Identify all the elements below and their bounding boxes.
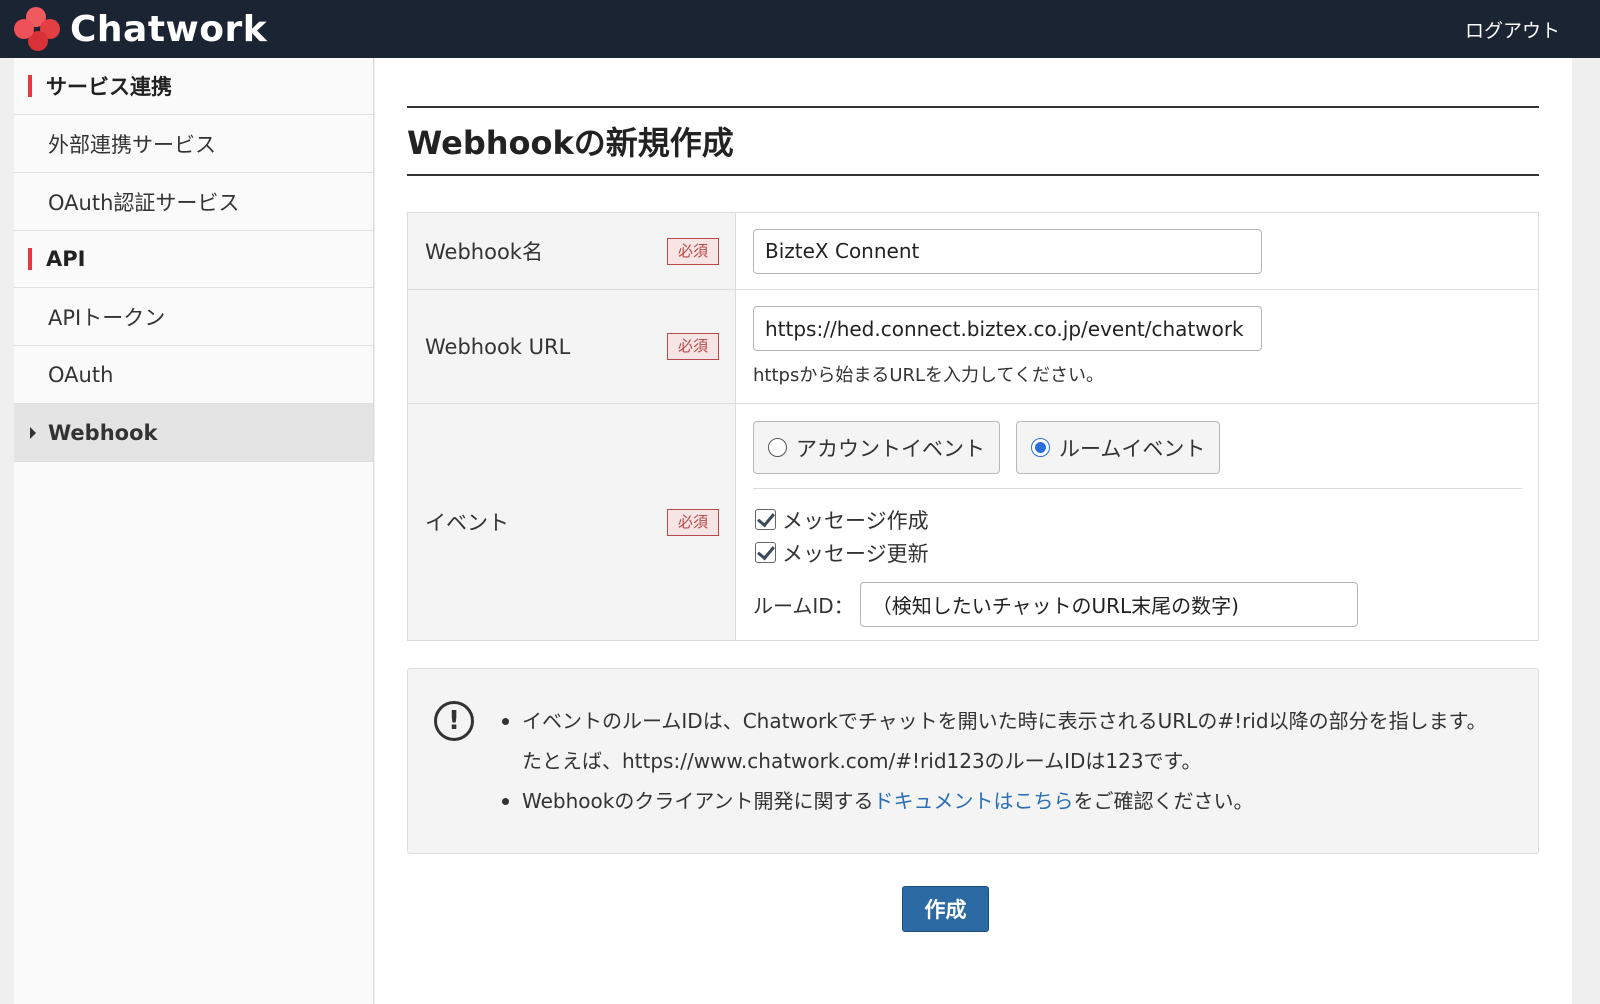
message-updated-checkbox[interactable]: メッセージ更新 [753,536,1522,569]
info-text: をご確認ください。 [1073,789,1254,813]
sidebar-item-label: OAuth認証サービス [48,190,240,215]
field-label: イベント [425,511,509,535]
room-id-input[interactable] [859,582,1358,627]
room-id-label: ルームID： [753,594,854,618]
page-title: Webhookの新規作成 [407,124,734,162]
checkbox-label: メッセージ更新 [782,541,929,566]
logout-link[interactable]: ログアウト [1465,16,1600,43]
sidebar-heading-label: API [46,247,86,271]
sidebar-item-external-services[interactable]: 外部連携サービス [14,115,373,173]
form-value-cell: httpsから始まるURLを入力してください。 [736,290,1538,403]
chatwork-logo-icon [14,5,62,53]
caret-right-icon [30,427,36,439]
sidebar-item-label: OAuth [48,362,114,387]
required-badge: 必須 [666,237,719,265]
webhook-form: Webhook名 必須 Webhook URL 必須 httpsから始まるURL… [407,212,1539,641]
webhook-name-input[interactable] [753,228,1262,274]
checkbox-checked-icon [755,542,776,563]
sidebar-heading-service: サービス連携 [14,58,373,115]
form-value-cell: アカウントイベント ルームイベント メッセージ作成 メッセージ更新 ルームID：… [736,404,1538,640]
heading-accent-bar [28,248,32,270]
docs-link[interactable]: ドキュメントはこちら [874,789,1074,813]
sidebar-heading-api: API [14,231,373,288]
form-label-cell: イベント 必須 [408,404,736,640]
sidebar-item-oauth[interactable]: OAuth [14,346,373,404]
heading-accent-bar [28,75,32,97]
info-item-room-id: イベントのルームIDは、Chatworkでチャットを開いた時に表示されるURLの… [500,701,1500,781]
info-box: ! イベントのルームIDは、Chatworkでチャットを開いた時に表示されるUR… [407,668,1539,854]
checkbox-label: メッセージ作成 [782,508,929,533]
exclamation-icon: ! [434,701,474,741]
sidebar-item-label: Webhook [48,420,158,445]
form-value-cell [736,213,1538,289]
sidebar-item-webhook[interactable]: Webhook [14,404,373,462]
required-badge: 必須 [666,508,719,536]
sidebar-heading-label: サービス連携 [46,75,172,99]
right-gutter [1572,58,1600,1004]
event-checks: メッセージ作成 メッセージ更新 ルームID： [753,489,1522,627]
account-event-radio[interactable]: アカウントイベント [753,421,1000,474]
form-label-cell: Webhook URL 必須 [408,290,736,403]
sidebar-item-oauth-services[interactable]: OAuth認証サービス [14,173,373,231]
event-type-group: アカウントイベント ルームイベント [753,404,1522,489]
create-button[interactable]: 作成 [902,886,989,932]
field-label: Webhook名 [425,240,543,264]
info-text: Webhookのクライアント開発に関する [522,789,874,813]
room-id-row: ルームID： [753,582,1522,627]
sidebar: サービス連携 外部連携サービス OAuth認証サービス API APIトークン … [14,58,374,1004]
form-row-name: Webhook名 必須 [408,213,1538,290]
info-text: イベントのルームIDは、Chatworkでチャットを開いた時に表示されるURLの… [522,709,1487,773]
room-event-radio[interactable]: ルームイベント [1016,421,1221,474]
message-created-checkbox[interactable]: メッセージ作成 [753,503,1522,536]
brand-name: Chatwork [70,8,268,50]
radio-selected-icon [1031,438,1050,457]
title-block: Webhookの新規作成 [407,106,1539,176]
field-label: Webhook URL [425,334,571,359]
sidebar-item-label: 外部連携サービス [48,132,216,157]
radio-label: アカウントイベント [796,436,985,461]
checkbox-checked-icon [755,509,776,530]
main-content: Webhookの新規作成 Webhook名 必須 Webhook URL 必須 … [375,58,1572,1004]
webhook-url-input[interactable] [753,306,1262,351]
info-item-docs: Webhookのクライアント開発に関するドキュメントはこちらをご確認ください。 [500,781,1500,821]
form-row-url: Webhook URL 必須 httpsから始まるURLを入力してください。 [408,290,1538,404]
radio-unselected-icon [768,438,787,457]
form-label-cell: Webhook名 必須 [408,213,736,289]
form-row-event: イベント 必須 アカウントイベント ルームイベント メッセージ作成 メッセージ更… [408,404,1538,640]
sidebar-item-api-token[interactable]: APIトークン [14,288,373,346]
url-help-text: httpsから始まるURLを入力してください。 [753,365,1104,386]
top-bar: Chatwork ログアウト [0,0,1600,58]
info-list: イベントのルームIDは、Chatworkでチャットを開いた時に表示されるURLの… [500,701,1500,821]
required-badge: 必須 [666,333,719,360]
radio-label: ルームイベント [1059,436,1206,461]
sidebar-item-label: APIトークン [48,305,166,330]
brand[interactable]: Chatwork [0,0,267,58]
